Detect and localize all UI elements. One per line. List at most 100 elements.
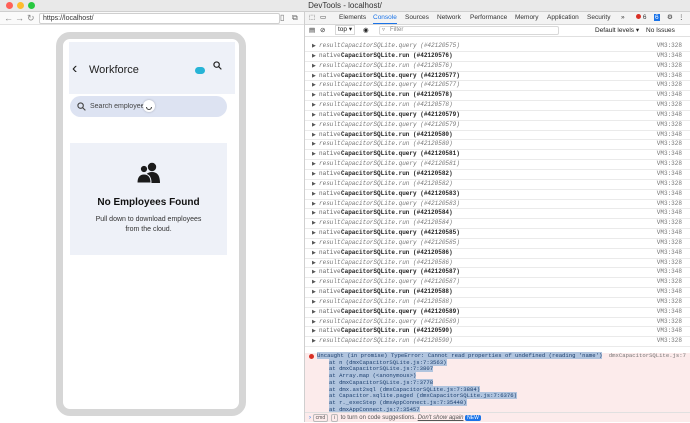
expand-triangle-icon[interactable]: ▶ <box>312 52 316 60</box>
expand-triangle-icon[interactable]: ▶ <box>312 278 316 286</box>
expand-triangle-icon[interactable]: ▶ <box>312 259 316 267</box>
kebab-menu-icon[interactable]: ⋮ <box>678 12 685 24</box>
console-log-row[interactable]: ▶ result CapacitorSQLite.query (#42120587)… <box>305 278 690 289</box>
expand-triangle-icon[interactable]: ▶ <box>312 72 316 80</box>
expand-triangle-icon[interactable]: ▶ <box>312 337 316 345</box>
error-source-link[interactable]: dmxCapacitorSQLite.js:7 <box>609 352 686 360</box>
expand-triangle-icon[interactable]: ▶ <box>312 140 316 148</box>
expand-triangle-icon[interactable]: ▶ <box>312 268 316 276</box>
log-source-link[interactable]: VM3:348 <box>657 288 682 296</box>
expand-triangle-icon[interactable]: ▶ <box>312 62 316 70</box>
expand-triangle-icon[interactable]: ▶ <box>312 160 316 168</box>
reload-icon[interactable]: ↻ <box>27 12 35 24</box>
gear-icon[interactable]: ⚙ <box>667 12 673 24</box>
expand-triangle-icon[interactable]: ▶ <box>312 190 316 198</box>
log-source-link[interactable]: VM3:348 <box>657 111 682 119</box>
inspect-icon[interactable]: ⧉ <box>292 12 298 24</box>
log-source-link[interactable]: VM3:348 <box>657 229 682 237</box>
tab-memory[interactable]: Memory <box>515 12 538 24</box>
console-log-row[interactable]: ▶ result CapacitorSQLite.query (#42120575)… <box>305 42 690 52</box>
tab-sources[interactable]: Sources <box>405 12 429 24</box>
device-toggle-icon[interactable]: ▯ <box>280 12 284 24</box>
context-select[interactable]: top ▾ <box>335 25 356 35</box>
log-source-link[interactable]: VM3:328 <box>657 278 682 286</box>
log-source-link[interactable]: VM3:348 <box>657 209 682 217</box>
log-source-link[interactable]: VM3:328 <box>657 180 682 188</box>
log-source-link[interactable]: VM3:348 <box>657 52 682 60</box>
expand-triangle-icon[interactable]: ▶ <box>312 209 316 217</box>
console-log-row[interactable]: ▶ native CapacitorSQLite.query (#42120583)… <box>305 190 690 200</box>
console-log-row[interactable]: ▶ native CapacitorSQLite.run (#42120580) VM… <box>305 131 690 141</box>
stack-frame-text[interactable]: at r._execStep (dmxAppConnect.js:7:35440… <box>329 398 467 406</box>
console-log-row[interactable]: ▶ native CapacitorSQLite.run (#42120578) VM… <box>305 91 690 102</box>
forward-arrow-icon[interactable]: → <box>15 12 24 24</box>
log-source-link[interactable]: VM3:348 <box>657 170 682 178</box>
dont-show-again-link[interactable]: Don't show again <box>418 415 464 421</box>
clear-console-icon[interactable]: ⊘ <box>320 25 325 36</box>
expand-triangle-icon[interactable]: ▶ <box>312 288 316 296</box>
log-source-link[interactable]: VM3:328 <box>657 140 682 148</box>
expand-triangle-icon[interactable]: ▶ <box>312 219 316 227</box>
console-log-row[interactable]: ▶ native CapacitorSQLite.query (#42120579)… <box>305 111 690 121</box>
expand-triangle-icon[interactable]: ▶ <box>312 318 316 326</box>
console-log-row[interactable]: ▶ result CapacitorSQLite.query (#42120579)… <box>305 121 690 131</box>
device-toolbar-icon[interactable]: ▭ <box>320 12 326 24</box>
back-chevron-icon[interactable]: ‹ <box>72 61 77 77</box>
error-count-badge[interactable]: 6 <box>636 12 646 24</box>
search-bar[interactable] <box>70 96 227 117</box>
console-log-row[interactable]: ▶ result CapacitorSQLite.query (#42120585)… <box>305 239 690 249</box>
levels-select[interactable]: Default levels ▾ <box>595 25 639 36</box>
console-log-row[interactable]: ▶ native CapacitorSQLite.run (#42120584) VM… <box>305 209 690 220</box>
tab-console[interactable]: Console <box>373 12 397 24</box>
console-log-row[interactable]: ▶ native CapacitorSQLite.query (#42120585)… <box>305 229 690 239</box>
tab-application[interactable]: Application <box>547 12 579 24</box>
search-icon[interactable] <box>213 61 222 70</box>
log-source-link[interactable]: VM3:348 <box>657 131 682 139</box>
expand-triangle-icon[interactable]: ▶ <box>312 327 316 335</box>
expand-triangle-icon[interactable]: ▶ <box>312 42 316 50</box>
console-log-row[interactable]: ▶ result CapacitorSQLite.run (#42120588) VM… <box>305 298 690 308</box>
log-source-link[interactable]: VM3:348 <box>657 72 682 80</box>
log-source-link[interactable]: VM3:328 <box>657 101 682 109</box>
expand-triangle-icon[interactable]: ▶ <box>312 121 316 129</box>
console-log-row[interactable]: ▶ native CapacitorSQLite.query (#42120587)… <box>305 268 690 279</box>
console-log-row[interactable]: ▶ result CapacitorSQLite.run (#42120578) VM… <box>305 101 690 111</box>
filter-input[interactable]: ▿ Filter <box>379 26 559 35</box>
log-source-link[interactable]: VM3:328 <box>657 219 682 227</box>
console-log-row[interactable]: ▶ result CapacitorSQLite.run (#42120586) VM… <box>305 259 690 269</box>
tab-security[interactable]: Security <box>587 12 610 24</box>
expand-triangle-icon[interactable]: ▶ <box>312 91 316 99</box>
expand-triangle-icon[interactable]: ▶ <box>312 170 316 178</box>
console-log-row[interactable]: ▶ result CapacitorSQLite.run (#42120576) VM… <box>305 62 690 72</box>
expand-triangle-icon[interactable]: ▶ <box>312 180 316 188</box>
expand-triangle-icon[interactable]: ▶ <box>312 229 316 237</box>
log-source-link[interactable]: VM3:328 <box>657 239 682 247</box>
console-log-row[interactable]: ▶ result CapacitorSQLite.query (#42120577)… <box>305 81 690 92</box>
expand-triangle-icon[interactable]: ▶ <box>312 131 316 139</box>
console-log-row[interactable]: ▶ native CapacitorSQLite.query (#42120581)… <box>305 150 690 161</box>
address-bar[interactable]: https://localhost/ <box>39 13 280 24</box>
console-log-row[interactable]: ▶ result CapacitorSQLite.query (#42120589)… <box>305 318 690 328</box>
expand-triangle-icon[interactable]: ▶ <box>312 150 316 158</box>
log-source-link[interactable]: VM3:328 <box>657 337 682 345</box>
console-log-row[interactable]: ▶ result CapacitorSQLite.query (#42120581)… <box>305 160 690 170</box>
console-log-row[interactable]: ▶ native CapacitorSQLite.run (#42120582) VM… <box>305 170 690 180</box>
tab-elements[interactable]: Elements <box>339 12 366 24</box>
log-source-link[interactable]: VM3:328 <box>657 42 682 50</box>
log-source-link[interactable]: VM3:328 <box>657 121 682 129</box>
more-tabs-icon[interactable]: » <box>621 12 625 24</box>
log-source-link[interactable]: VM3:328 <box>657 62 682 70</box>
console-log-row[interactable]: ▶ native CapacitorSQLite.run (#42120588) VM… <box>305 288 690 298</box>
log-source-link[interactable]: VM3:348 <box>657 308 682 316</box>
console-log-row[interactable]: ▶ result CapacitorSQLite.run (#42120580) VM… <box>305 140 690 151</box>
console-log-row[interactable]: ▶ native CapacitorSQLite.run (#42120590) VM… <box>305 327 690 338</box>
log-source-link[interactable]: VM3:348 <box>657 91 682 99</box>
console-log-row[interactable]: ▶ result CapacitorSQLite.query (#42120583)… <box>305 200 690 210</box>
log-source-link[interactable]: VM3:328 <box>657 298 682 306</box>
console-log-row[interactable]: ▶ native CapacitorSQLite.run (#42120586) VM… <box>305 249 690 259</box>
log-source-link[interactable]: VM3:328 <box>657 318 682 326</box>
log-source-link[interactable]: VM3:328 <box>657 160 682 168</box>
log-source-link[interactable]: VM3:348 <box>657 327 682 335</box>
log-source-link[interactable]: VM3:328 <box>657 259 682 267</box>
expand-triangle-icon[interactable]: ▶ <box>312 101 316 109</box>
